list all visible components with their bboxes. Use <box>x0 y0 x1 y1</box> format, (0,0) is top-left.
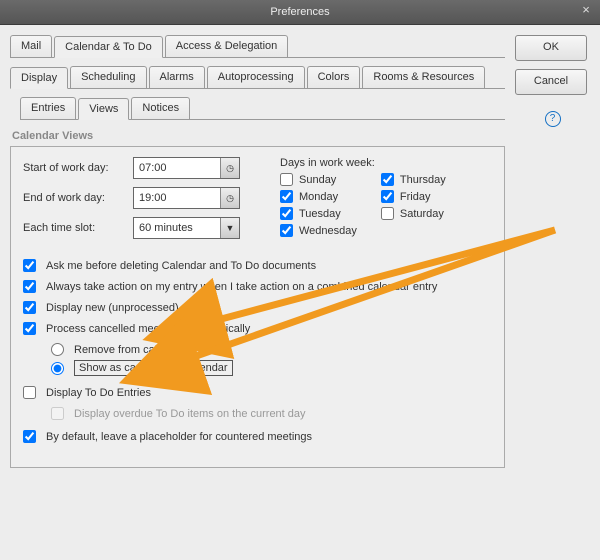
start-time-input[interactable]: 07:00 ◷ <box>133 157 240 179</box>
opt-process-cancelled-checkbox[interactable] <box>23 322 36 335</box>
calendar-views-panel: Start of work day: 07:00 ◷ End of work d… <box>10 146 505 468</box>
days-title: Days in work week: <box>280 157 446 169</box>
opt-display-todo-checkbox[interactable] <box>23 386 36 399</box>
start-label: Start of work day: <box>23 162 133 174</box>
opt-display-new-checkbox[interactable] <box>23 301 36 314</box>
opt-placeholder-checkbox[interactable] <box>23 430 36 443</box>
subtab-scheduling[interactable]: Scheduling <box>70 66 146 88</box>
opt-process-cancelled-label: Process cancelled meetings automatically <box>46 323 250 335</box>
section-title: Calendar Views <box>12 130 505 142</box>
cancel-button[interactable]: Cancel <box>515 69 587 95</box>
opt-show-cancelled-label: Show as cancelled in calendar <box>74 360 233 376</box>
time-slot-select[interactable]: 60 minutes ▼ <box>133 217 240 239</box>
opt-display-todo-label: Display To Do Entries <box>46 387 151 399</box>
opt-show-cancelled-radio[interactable] <box>51 362 64 375</box>
opt-display-new-label: Display new (unprocessed) notices <box>46 302 217 314</box>
opt-ask-delete-label: Ask me before deleting Calendar and To D… <box>46 260 316 272</box>
subtab-autoprocessing[interactable]: Autoprocessing <box>207 66 305 88</box>
subtab-colors[interactable]: Colors <box>307 66 361 88</box>
tab-mail[interactable]: Mail <box>10 35 52 57</box>
opt-ask-delete-checkbox[interactable] <box>23 259 36 272</box>
window-title: Preferences <box>270 6 329 18</box>
close-icon[interactable]: × <box>578 3 594 19</box>
opt-remove-from-radio[interactable] <box>51 343 64 356</box>
day-saturday-checkbox[interactable] <box>381 207 394 220</box>
main-tabbar: Mail Calendar & To Do Access & Delegatio… <box>10 35 505 58</box>
opt-always-take-label: Always take action on my entry when I ta… <box>46 281 437 293</box>
day-saturday[interactable]: Saturday <box>381 207 446 220</box>
subtab-rooms-resources[interactable]: Rooms & Resources <box>362 66 485 88</box>
day-wednesday-checkbox[interactable] <box>280 224 293 237</box>
day-friday-checkbox[interactable] <box>381 190 394 203</box>
innertab-notices[interactable]: Notices <box>131 97 190 119</box>
clock-icon[interactable]: ◷ <box>220 188 239 208</box>
opt-display-overdue-checkbox <box>51 407 64 420</box>
window-titlebar: Preferences × <box>0 0 600 25</box>
tab-access-delegation[interactable]: Access & Delegation <box>165 35 289 57</box>
end-time-input[interactable]: 19:00 ◷ <box>133 187 240 209</box>
help-icon[interactable]: ? <box>545 111 561 127</box>
day-monday-checkbox[interactable] <box>280 190 293 203</box>
innertab-entries[interactable]: Entries <box>20 97 76 119</box>
subtab-alarms[interactable]: Alarms <box>149 66 205 88</box>
day-thursday-checkbox[interactable] <box>381 173 394 186</box>
opt-always-take-checkbox[interactable] <box>23 280 36 293</box>
day-friday[interactable]: Friday <box>381 190 446 203</box>
day-wednesday[interactable]: Wednesday <box>280 224 357 237</box>
inner-tabbar: Entries Views Notices <box>20 97 505 120</box>
day-monday[interactable]: Monday <box>280 190 357 203</box>
day-thursday[interactable]: Thursday <box>381 173 446 186</box>
day-tuesday[interactable]: Tuesday <box>280 207 357 220</box>
slot-label: Each time slot: <box>23 222 133 234</box>
opt-placeholder-label: By default, leave a placeholder for coun… <box>46 431 312 443</box>
day-sunday[interactable]: Sunday <box>280 173 357 186</box>
chevron-down-icon[interactable]: ▼ <box>220 218 239 238</box>
subtab-display[interactable]: Display <box>10 67 68 89</box>
day-sunday-checkbox[interactable] <box>280 173 293 186</box>
day-tuesday-checkbox[interactable] <box>280 207 293 220</box>
innertab-views[interactable]: Views <box>78 98 129 120</box>
opt-remove-from-label: Remove from calendar <box>74 344 185 356</box>
end-label: End of work day: <box>23 192 133 204</box>
clock-icon[interactable]: ◷ <box>220 158 239 178</box>
sub-tabbar: Display Scheduling Alarms Autoprocessing… <box>10 66 505 89</box>
tab-calendar-todo[interactable]: Calendar & To Do <box>54 36 163 58</box>
opt-display-overdue-label: Display overdue To Do items on the curre… <box>74 408 306 420</box>
ok-button[interactable]: OK <box>515 35 587 61</box>
